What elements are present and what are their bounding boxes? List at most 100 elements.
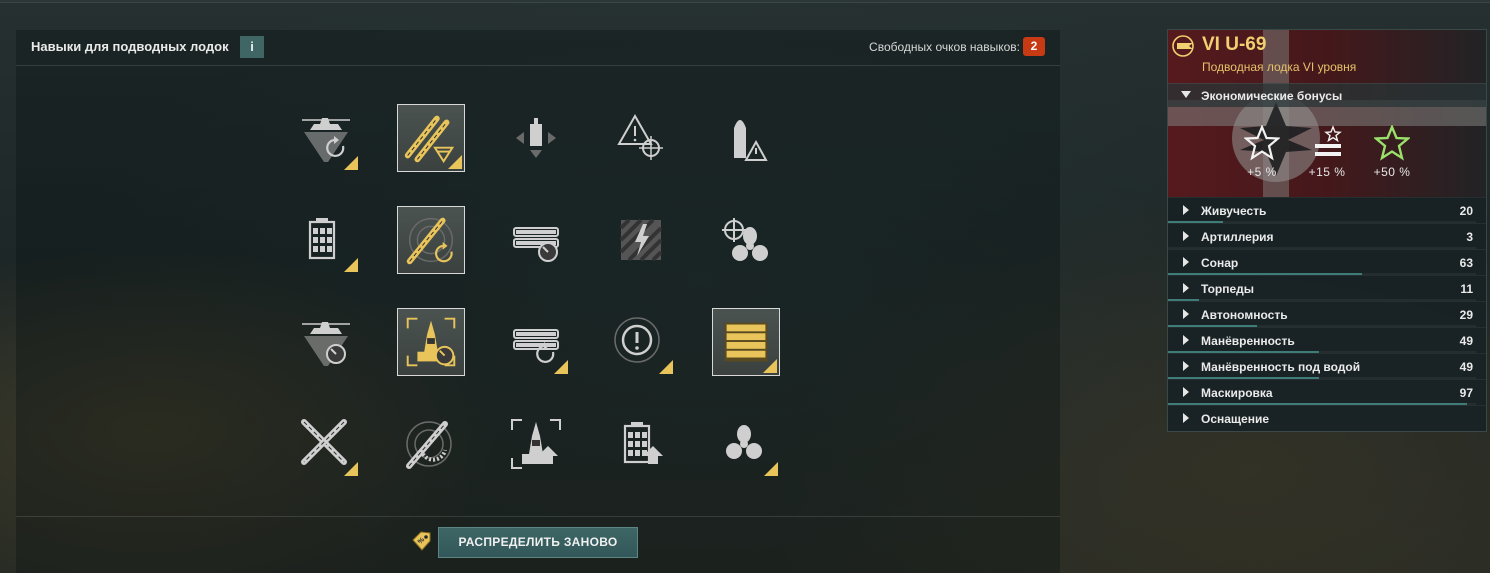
stat-row[interactable]: Торпеды 11 bbox=[1168, 275, 1486, 301]
skill-4-4[interactable] bbox=[607, 410, 675, 478]
bonus-credits: +5 % bbox=[1238, 125, 1286, 185]
chevron-right-icon bbox=[1183, 387, 1189, 397]
stat-label: Манёвренность bbox=[1201, 334, 1295, 348]
skill-corner-marker bbox=[448, 155, 462, 169]
skill-3-4[interactable] bbox=[607, 308, 675, 376]
warning-target-icon bbox=[617, 113, 663, 160]
skill-1-1[interactable] bbox=[292, 104, 360, 172]
skill-4-2[interactable] bbox=[397, 410, 465, 478]
chevron-right-icon bbox=[1183, 283, 1189, 293]
skill-2-3[interactable] bbox=[502, 206, 570, 274]
bonus-free-experience: +50 % bbox=[1368, 125, 1416, 185]
bonus-value: +5 % bbox=[1247, 165, 1277, 179]
skill-2-2[interactable] bbox=[397, 206, 465, 274]
skill-corner-marker bbox=[344, 156, 358, 170]
ship-class: Подводная лодка VI уровня bbox=[1202, 60, 1357, 74]
torpedo-tubes-timer-icon bbox=[513, 227, 559, 262]
torpedo-radar-damage-icon bbox=[406, 421, 452, 469]
bonus-value: +15 % bbox=[1308, 165, 1346, 179]
chevron-right-icon bbox=[1183, 309, 1189, 319]
skill-2-1[interactable] bbox=[292, 206, 360, 274]
stat-row[interactable]: Артиллерия 3 bbox=[1168, 223, 1486, 249]
lightning-icon bbox=[619, 218, 663, 262]
stat-value: 97 bbox=[1459, 386, 1473, 400]
nation-flag-icon bbox=[1172, 35, 1194, 57]
skill-corner-marker bbox=[763, 359, 777, 373]
skill-3-1[interactable] bbox=[292, 308, 360, 376]
stat-row[interactable]: Автономность 29 bbox=[1168, 301, 1486, 327]
stat-label: Живучесть bbox=[1201, 204, 1267, 218]
stat-row[interactable]: Оснащение bbox=[1168, 405, 1486, 431]
chevron-right-icon bbox=[1183, 335, 1189, 345]
stat-label: Артиллерия bbox=[1201, 230, 1274, 244]
skill-3-5[interactable] bbox=[712, 308, 780, 376]
star-green-icon bbox=[1374, 125, 1410, 161]
stat-value: 49 bbox=[1459, 360, 1473, 374]
stat-row[interactable]: Маскировка 97 bbox=[1168, 379, 1486, 405]
stat-value: 20 bbox=[1459, 204, 1473, 218]
stat-row[interactable]: Сонар 63 bbox=[1168, 249, 1486, 275]
skill-corner-marker bbox=[764, 462, 778, 476]
skill-2-4[interactable] bbox=[607, 206, 675, 274]
star-outline-icon bbox=[1244, 125, 1280, 161]
skills-header: Навыки для подводных лодок i Свободных о… bbox=[16, 30, 1060, 66]
torpedo-reload-icon bbox=[406, 217, 454, 265]
skill-1-5[interactable] bbox=[712, 104, 780, 172]
chevron-right-icon bbox=[1183, 257, 1189, 267]
skill-4-3[interactable] bbox=[502, 410, 570, 478]
chevron-right-icon bbox=[1183, 361, 1189, 371]
stat-value: 29 bbox=[1459, 308, 1473, 322]
skill-1-2[interactable] bbox=[397, 104, 465, 172]
ship-name: VI U-69 bbox=[1202, 34, 1267, 55]
economic-bonuses-header[interactable]: Экономические бонусы bbox=[1168, 83, 1486, 107]
star-stripes-icon bbox=[1315, 125, 1342, 156]
skill-corner-marker bbox=[659, 360, 673, 374]
bonus-value: +50 % bbox=[1373, 165, 1411, 179]
chevron-down-icon bbox=[1181, 91, 1191, 98]
stat-row[interactable]: Манёвренность под водой 49 bbox=[1168, 353, 1486, 379]
skill-corner-marker bbox=[344, 258, 358, 272]
stat-row[interactable]: Манёвренность 49 bbox=[1168, 327, 1486, 353]
submarine-sonar-timer-icon bbox=[302, 322, 350, 366]
skill-corner-marker bbox=[554, 360, 568, 374]
stat-label: Оснащение bbox=[1201, 412, 1270, 426]
ship-detection-timer-icon bbox=[406, 317, 456, 367]
skills-panel: Навыки для подводных лодок i Свободных о… bbox=[16, 30, 1060, 573]
top-divider bbox=[0, 0, 1490, 3]
stat-value: 49 bbox=[1459, 334, 1473, 348]
tag-icon: % bbox=[412, 531, 431, 551]
info-button[interactable]: i bbox=[240, 36, 264, 58]
free-points-label: Свободных очков навыков: bbox=[869, 40, 1020, 54]
bonus-experience: +15 % bbox=[1303, 125, 1351, 185]
ship-detection-upgrade-icon bbox=[511, 419, 561, 469]
ship-stats-list: Живучесть 20 Артиллерия 3 Сонар 63 Торпеды 11 Ав… bbox=[1168, 197, 1486, 431]
reset-skills-button[interactable]: РАСПРЕДЕЛИТЬ ЗАНОВО bbox=[438, 527, 638, 558]
stat-label: Сонар bbox=[1201, 256, 1239, 270]
skill-1-4[interactable] bbox=[607, 104, 675, 172]
chevron-right-icon bbox=[1183, 231, 1189, 241]
ship-panel: VI U-69 Подводная лодка VI уровня Эконом… bbox=[1167, 29, 1487, 432]
stat-label: Манёвренность под водой bbox=[1201, 360, 1361, 374]
ship-header: VI U-69 Подводная лодка VI уровня bbox=[1168, 30, 1486, 80]
economic-bonuses-title: Экономические бонусы bbox=[1201, 89, 1343, 103]
stat-value: 63 bbox=[1459, 256, 1473, 270]
chevron-right-icon bbox=[1183, 413, 1189, 423]
skill-4-5[interactable] bbox=[712, 410, 780, 478]
stat-value: 11 bbox=[1460, 282, 1473, 296]
stat-row[interactable]: Живучесть 20 bbox=[1168, 197, 1486, 223]
sonar-direction-icon bbox=[516, 118, 556, 158]
stat-label: Торпеды bbox=[1201, 282, 1255, 296]
page-title: Навыки для подводных лодок bbox=[31, 39, 229, 54]
battery-upgrade-icon bbox=[623, 422, 663, 464]
stat-value: 3 bbox=[1466, 230, 1473, 244]
skill-3-3[interactable] bbox=[502, 308, 570, 376]
stat-label: Автономность bbox=[1201, 308, 1288, 322]
skill-3-2[interactable] bbox=[397, 308, 465, 376]
skill-1-3[interactable] bbox=[502, 104, 570, 172]
helm-propeller-icon bbox=[722, 218, 768, 261]
skill-2-5[interactable] bbox=[712, 206, 780, 274]
skill-4-1[interactable] bbox=[292, 410, 360, 478]
stat-label: Маскировка bbox=[1201, 386, 1273, 400]
footer-divider bbox=[16, 516, 1060, 517]
free-points-badge: 2 bbox=[1023, 37, 1045, 56]
